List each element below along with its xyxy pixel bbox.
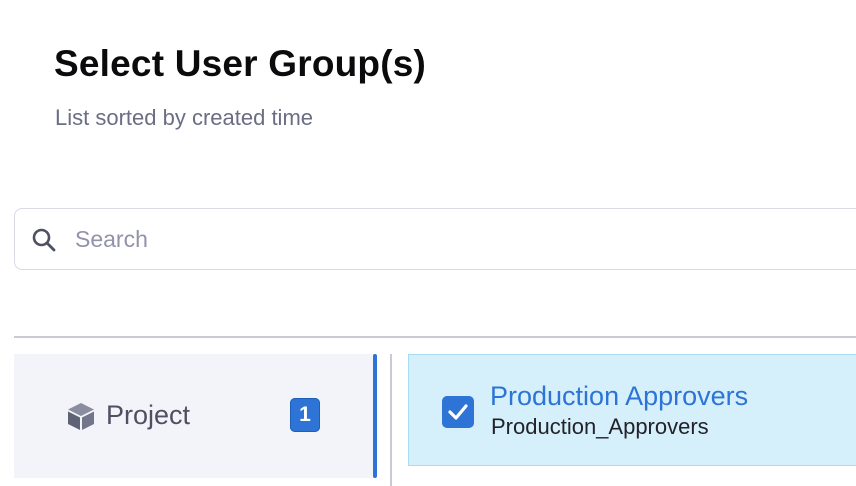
page-title: Select User Group(s) <box>54 43 427 84</box>
column-divider <box>390 354 392 486</box>
search-box[interactable] <box>14 208 856 270</box>
scope-item-label: Project <box>106 400 191 430</box>
search-input[interactable] <box>75 219 835 259</box>
user-group-row[interactable]: Production Approvers Production_Approver… <box>408 354 856 466</box>
scope-count-badge: 1 <box>290 398 320 432</box>
user-group-name: Production Approvers <box>490 381 749 411</box>
cube-icon <box>66 401 96 431</box>
active-scope-indicator <box>373 354 377 478</box>
section-divider <box>14 336 856 338</box>
search-icon <box>31 227 57 253</box>
user-group-identifier: Production_Approvers <box>491 414 709 439</box>
sort-description: List sorted by created time <box>55 105 314 130</box>
user-group-checkbox[interactable] <box>442 396 474 428</box>
scope-list: Project 1 <box>14 354 374 478</box>
checkmark-icon <box>448 404 468 420</box>
scope-item-project[interactable]: Project 1 <box>14 354 374 478</box>
select-user-groups-dialog: Select User Group(s) List sorted by crea… <box>0 0 856 486</box>
